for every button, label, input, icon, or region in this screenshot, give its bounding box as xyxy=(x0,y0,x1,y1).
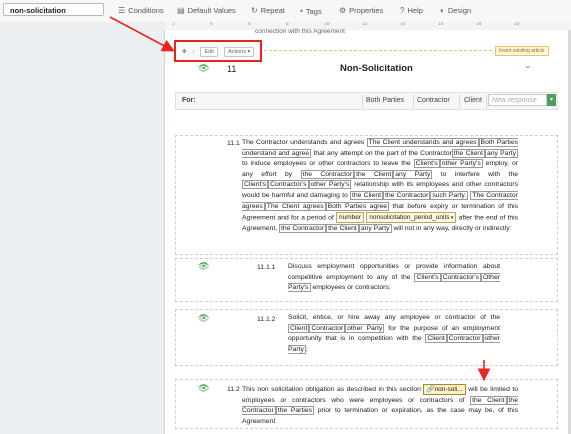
arrow-to-edit-bar xyxy=(109,16,175,52)
annotation-arrows xyxy=(109,16,491,382)
